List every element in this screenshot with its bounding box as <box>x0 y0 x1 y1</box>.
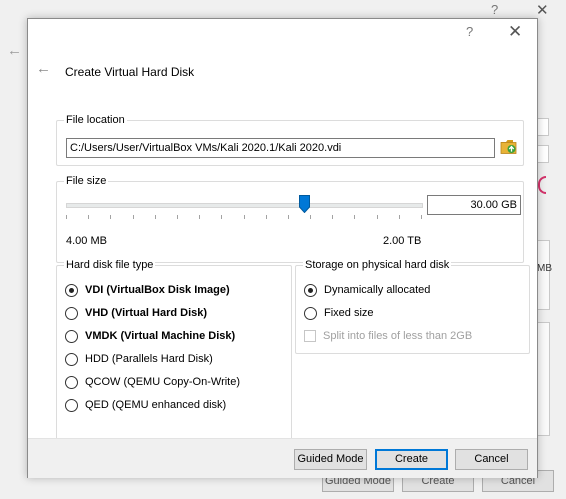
slider-tick <box>377 215 378 219</box>
file-size-group: File size 30.00 GB 4.00 MB 2.00 TB <box>56 175 524 263</box>
background-edge-field-2 <box>537 145 549 163</box>
file-location-group: File location C:/Users/User/VirtualBox V… <box>56 114 524 166</box>
slider-tick <box>266 215 267 219</box>
slider-min-label: 4.00 MB <box>66 235 107 247</box>
folder-icon[interactable] <box>500 137 518 155</box>
file-type-option-label: VHD (Virtual Hard Disk) <box>85 307 208 319</box>
file-type-option-label: QED (QEMU enhanced disk) <box>85 399 227 411</box>
radio-qed[interactable] <box>65 398 78 412</box>
slider-tick <box>421 215 422 219</box>
slider-tick <box>66 215 67 219</box>
close-icon[interactable]: ✕ <box>508 22 522 42</box>
background-edge-field-1 <box>537 118 549 136</box>
file-type-option-vdi[interactable]: VDI (VirtualBox Disk Image) <box>65 282 230 298</box>
background-edge-fragment: MB <box>537 263 552 274</box>
background-edge-panel-2 <box>536 322 550 436</box>
file-type-option-qed[interactable]: QED (QEMU enhanced disk) <box>65 397 226 413</box>
split-files-option: Split into files of less than 2GB <box>304 328 472 344</box>
background-edge-ring-icon <box>538 176 546 194</box>
slider-tick <box>88 215 89 219</box>
file-path-input[interactable]: C:/Users/User/VirtualBox VMs/Kali 2020.1… <box>66 138 495 158</box>
file-type-option-label: QCOW (QEMU Copy-On-Write) <box>85 376 241 388</box>
background-close-icon: ✕ <box>536 2 549 19</box>
help-icon[interactable]: ? <box>466 24 473 39</box>
background-edge-panel <box>536 240 550 310</box>
background-help-icon: ? <box>491 2 499 17</box>
background-back-arrow-icon: ← <box>7 42 22 59</box>
slider-tick <box>310 215 311 219</box>
split-files-checkbox <box>304 330 316 342</box>
file-type-option-vhd[interactable]: VHD (Virtual Hard Disk) <box>65 305 207 321</box>
file-type-option-qcow[interactable]: QCOW (QEMU Copy-On-Write) <box>65 374 240 390</box>
slider-tick <box>354 215 355 219</box>
file-size-slider-track[interactable] <box>66 203 423 208</box>
radio-hdd[interactable] <box>65 352 78 366</box>
file-type-group: Hard disk file type VDI (VirtualBox Disk… <box>56 259 292 442</box>
storage-label: Storage on physical hard disk <box>303 259 452 271</box>
radio-dynamically-allocated[interactable] <box>304 283 317 297</box>
radio-vhd[interactable] <box>65 306 78 320</box>
radio-qcow[interactable] <box>65 375 78 389</box>
radio-vmdk[interactable] <box>65 329 78 343</box>
storage-group: Storage on physical hard disk Dynamicall… <box>295 259 530 354</box>
slider-tick <box>110 215 111 219</box>
slider-tick <box>177 215 178 219</box>
create-button[interactable]: Create <box>375 449 448 470</box>
file-type-option-label: HDD (Parallels Hard Disk) <box>85 353 213 365</box>
storage-option-dynamic[interactable]: Dynamically allocated <box>304 282 430 298</box>
storage-option-label: Fixed size <box>324 307 374 319</box>
radio-fixed-size[interactable] <box>304 306 317 320</box>
cancel-button[interactable]: Cancel <box>455 449 528 470</box>
dialog-footer: Guided Mode Create Cancel <box>28 438 537 478</box>
storage-option-label: Dynamically allocated <box>324 284 431 296</box>
slider-max-label: 2.00 TB <box>383 235 422 247</box>
file-type-option-vmdk[interactable]: VMDK (Virtual Machine Disk) <box>65 328 235 344</box>
storage-option-fixed[interactable]: Fixed size <box>304 305 374 321</box>
create-virtual-hard-disk-dialog: ? ✕ ← Create Virtual Hard Disk File loca… <box>27 18 538 478</box>
slider-tick <box>399 215 400 219</box>
split-files-label: Split into files of less than 2GB <box>323 330 473 342</box>
file-size-slider-thumb[interactable] <box>299 195 310 214</box>
file-type-option-label: VDI (VirtualBox Disk Image) <box>85 284 230 296</box>
file-location-label: File location <box>64 114 127 126</box>
file-size-input[interactable]: 30.00 GB <box>427 195 521 215</box>
slider-tick <box>288 215 289 219</box>
file-type-option-label: VMDK (Virtual Machine Disk) <box>85 330 236 342</box>
slider-tick <box>332 215 333 219</box>
slider-tick <box>199 215 200 219</box>
slider-tick <box>221 215 222 219</box>
slider-tick <box>155 215 156 219</box>
radio-vdi[interactable] <box>65 283 78 297</box>
file-size-slider-ticks <box>66 215 423 220</box>
back-arrow-icon[interactable]: ← <box>36 60 51 77</box>
file-size-label: File size <box>64 175 109 187</box>
dialog-title: Create Virtual Hard Disk <box>65 65 195 79</box>
slider-tick <box>244 215 245 219</box>
file-type-option-hdd[interactable]: HDD (Parallels Hard Disk) <box>65 351 213 367</box>
slider-tick <box>133 215 134 219</box>
guided-mode-button[interactable]: Guided Mode <box>294 449 367 470</box>
file-type-label: Hard disk file type <box>64 259 156 271</box>
